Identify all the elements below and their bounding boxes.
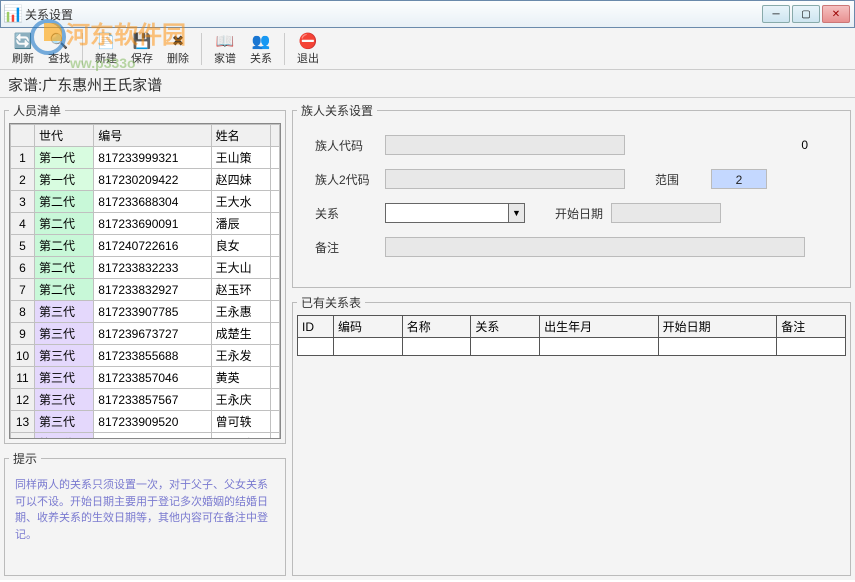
person-list-group: 人员清单 世代 编号 姓名 1 第一代 817233999321 王山策 2 第… (4, 102, 286, 444)
range-input[interactable]: 2 (711, 169, 767, 189)
separator (82, 33, 83, 65)
label-p2: 族人2代码 (315, 171, 385, 188)
label-rel: 关系 (315, 205, 385, 222)
app-icon: 📊 (5, 6, 21, 22)
new-button[interactable]: 📄新建 (89, 30, 123, 68)
p1-value: 0 (801, 138, 828, 152)
relation-table-group: 已有关系表 ID 编码 名称 关系 出生年月 开始日期 备注 (292, 294, 851, 576)
col-name[interactable]: 姓名 (211, 125, 270, 147)
search-icon: 🔍 (50, 32, 68, 50)
startdate-input[interactable] (611, 203, 721, 223)
table-row[interactable]: 2 第一代 817230209422 赵四妹 (11, 169, 280, 191)
titlebar: 📊 关系设置 ─ ▢ ✕ (0, 0, 855, 28)
relation-button[interactable]: 👥关系 (244, 30, 278, 68)
table-row[interactable]: 9 第三代 817239673727 成楚生 (11, 323, 280, 345)
p1-input[interactable] (385, 135, 625, 155)
delete-icon: ✖ (169, 32, 187, 50)
col-rel-id[interactable]: ID (298, 316, 334, 338)
label-start: 开始日期 (555, 205, 611, 222)
table-row[interactable]: 7 第二代 817233832927 赵玉环 (11, 279, 280, 301)
relation-table-legend: 已有关系表 (297, 294, 365, 311)
people-icon: 👥 (252, 32, 270, 50)
save-icon: 💾 (133, 32, 151, 50)
relation-table-body (297, 356, 846, 536)
relation-table[interactable]: ID 编码 名称 关系 出生年月 开始日期 备注 (297, 315, 846, 356)
subtitle-bar: 家谱:广东惠州王氏家谱 (0, 70, 855, 98)
table-row[interactable]: 6 第二代 817233832233 王大山 (11, 257, 280, 279)
refresh-button[interactable]: 🔄刷新 (6, 30, 40, 68)
empty-row-marker[interactable] (298, 338, 334, 356)
save-button[interactable]: 💾保存 (125, 30, 159, 68)
table-row[interactable]: 14 第三代 817240723157 王冠希 (11, 433, 280, 440)
table-row[interactable]: 12 第三代 817233857567 王永庆 (11, 389, 280, 411)
note-input[interactable] (385, 237, 805, 257)
separator (201, 33, 202, 65)
minimize-button[interactable]: ─ (762, 5, 790, 23)
relation-combo[interactable]: ▼ (385, 203, 525, 223)
table-row[interactable]: 11 第三代 817233857046 黄英 (11, 367, 280, 389)
label-range: 范围 (655, 171, 711, 188)
table-row[interactable]: 8 第三代 817233907785 王永惠 (11, 301, 280, 323)
find-button[interactable]: 🔍查找 (42, 30, 76, 68)
col-rel-name[interactable]: 名称 (402, 316, 471, 338)
window-title: 关系设置 (25, 6, 762, 23)
rowhead-blank (11, 125, 35, 147)
tree-button[interactable]: 📖家谱 (208, 30, 242, 68)
relation-form-legend: 族人关系设置 (297, 102, 377, 119)
hint-group: 提示 同样两人的关系只须设置一次，对于父子、父女关系可以不设。开始日期主要用于登… (4, 450, 286, 576)
table-row[interactable]: 5 第二代 817240722616 良女 (11, 235, 280, 257)
col-rel-birth[interactable]: 出生年月 (540, 316, 659, 338)
person-grid[interactable]: 世代 编号 姓名 1 第一代 817233999321 王山策 2 第一代 81… (9, 123, 281, 439)
col-gen[interactable]: 世代 (35, 125, 94, 147)
refresh-icon: 🔄 (14, 32, 32, 50)
delete-button[interactable]: ✖删除 (161, 30, 195, 68)
label-p1: 族人代码 (315, 137, 385, 154)
table-row[interactable]: 4 第二代 817233690091 潘辰 (11, 213, 280, 235)
toolbar: 🔄刷新 🔍查找 📄新建 💾保存 ✖删除 📖家谱 👥关系 ⛔退出 (0, 28, 855, 70)
table-row[interactable]: 1 第一代 817233999321 王山策 (11, 147, 280, 169)
col-rel-rel[interactable]: 关系 (471, 316, 540, 338)
new-icon: 📄 (97, 32, 115, 50)
separator (284, 33, 285, 65)
p2-input[interactable] (385, 169, 625, 189)
col-rel-note[interactable]: 备注 (777, 316, 846, 338)
col-rel-code[interactable]: 编码 (334, 316, 403, 338)
table-row[interactable]: 13 第三代 817233909520 曾可轶 (11, 411, 280, 433)
close-button[interactable]: ✕ (822, 5, 850, 23)
hint-text: 同样两人的关系只须设置一次，对于父子、父女关系可以不设。开始日期主要用于登记多次… (9, 471, 281, 549)
exit-button[interactable]: ⛔退出 (291, 30, 325, 68)
relation-form-group: 族人关系设置 族人代码 0 族人2代码 范围 2 关系 ▼ 开始日期 (292, 102, 851, 288)
table-row[interactable]: 10 第三代 817233855688 王永发 (11, 345, 280, 367)
person-list-legend: 人员清单 (9, 102, 65, 119)
book-icon: 📖 (216, 32, 234, 50)
maximize-button[interactable]: ▢ (792, 5, 820, 23)
table-row[interactable]: 3 第二代 817233688304 王大水 (11, 191, 280, 213)
exit-icon: ⛔ (299, 32, 317, 50)
chevron-down-icon: ▼ (508, 204, 524, 222)
hint-legend: 提示 (9, 450, 41, 467)
label-note: 备注 (315, 239, 385, 256)
col-id[interactable]: 编号 (94, 125, 211, 147)
col-rel-start[interactable]: 开始日期 (658, 316, 777, 338)
